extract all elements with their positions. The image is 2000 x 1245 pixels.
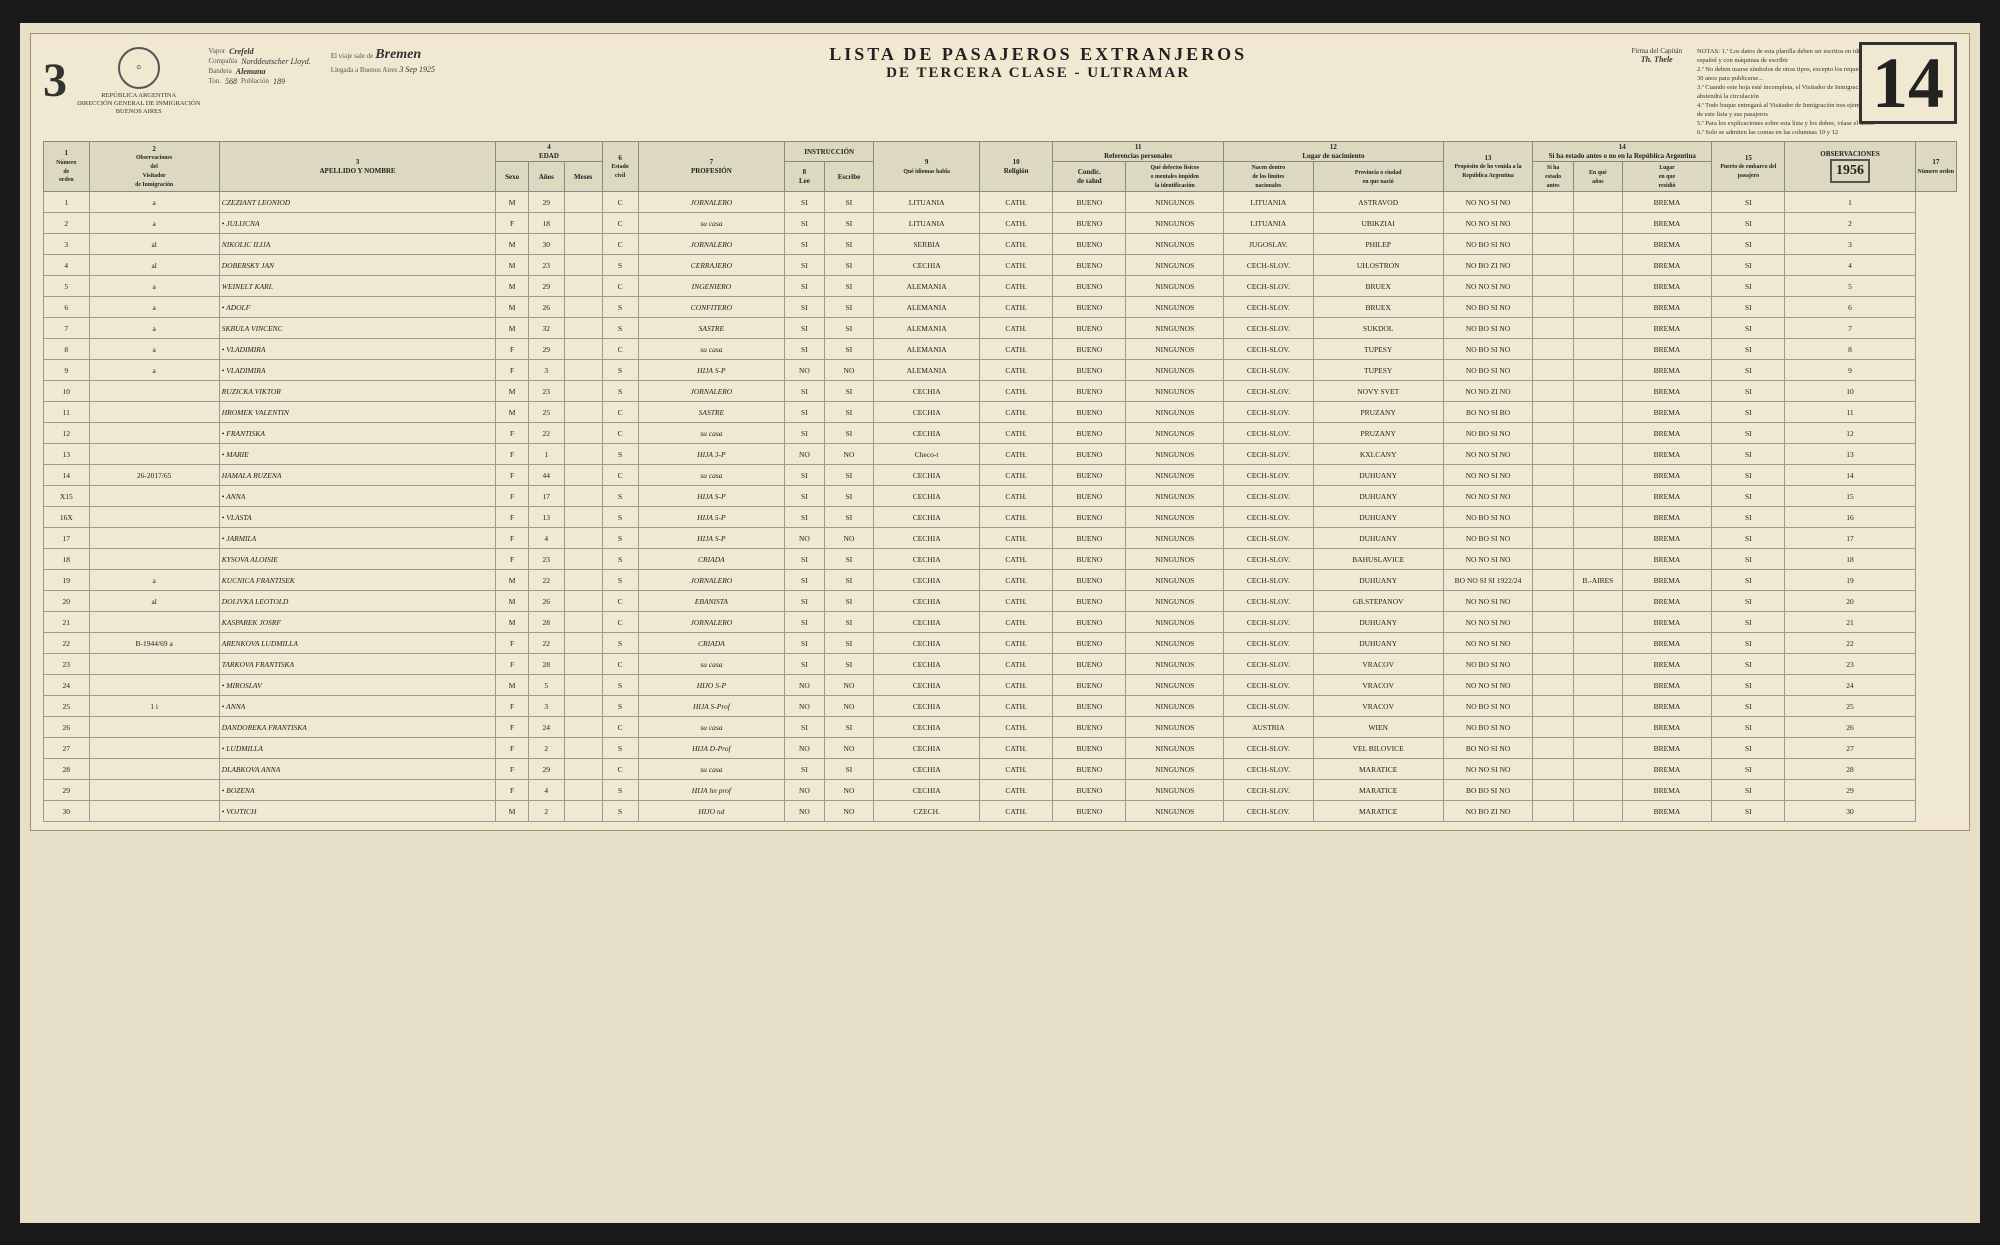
col-header-meses: Meses bbox=[564, 162, 602, 192]
table-row: 17• JARMILAF4SHIJA S-PNONOCECHIACATH.BUE… bbox=[44, 528, 1957, 549]
col-header-edad: 4EDAD bbox=[496, 142, 602, 162]
col-header-anos: Años bbox=[528, 162, 564, 192]
table-row: 30• VOJTICHM2SHIJO ndNONOCZECH.CATH.BUEN… bbox=[44, 801, 1957, 822]
col-header-en-anos: En quéaños bbox=[1573, 162, 1622, 192]
col-header-puerto: 15Puerto de embarco del pasajero bbox=[1712, 142, 1785, 192]
captain-section: Firma del Capitán Th. Thele bbox=[1631, 47, 1682, 64]
passenger-table: 1Númerodeorden 2ObservacionesdelVisitado… bbox=[43, 141, 1957, 822]
table-row: 6a• ADOLFM26SCONFITEROSISIALEMANIACATH.B… bbox=[44, 297, 1957, 318]
table-row: 22B-1944/69 aARENKOVA LUDMILLAF22SCRIADA… bbox=[44, 633, 1957, 654]
page-inner: Lista N° 5 3 ⊙ REPÚBLICA ARGENTINA DIREC… bbox=[30, 33, 1970, 832]
notes-section: NOTAS: 1.ª Los datos de esta planilla de… bbox=[1697, 47, 1877, 138]
col-header-nacimiento: 12Lugar de nacimiento bbox=[1224, 142, 1444, 162]
table-row: 2a• JULIJCNAF18Csu casaSISILITUANIACATH.… bbox=[44, 213, 1957, 234]
table-row: 28DLABKOVA ANNAF29Csu casaSISICECHIACATH… bbox=[44, 759, 1957, 780]
route-details: El viaje sale de Bremen Llegada a Buenos… bbox=[331, 47, 435, 74]
col-header-name: 3APELLIDO Y NOMBRE bbox=[219, 142, 496, 192]
table-row: 21KASPAREK JOSRFM28CJORNALEROSISICECHIAC… bbox=[44, 612, 1957, 633]
col-header-num: 1Númerodeorden bbox=[44, 142, 90, 192]
table-row: 16X• VLASTAF13SHIJA 5-PSISICECHIACATH.BU… bbox=[44, 507, 1957, 528]
table-row: 18KYSOVA ALOISIEF23SCRIADASISICECHIACATH… bbox=[44, 549, 1957, 570]
document-big-number: 14 bbox=[1859, 42, 1957, 124]
col-header-idioma: 9Qué idiomas habla bbox=[874, 142, 980, 192]
table-row: 251 i• ANNAF3SHIJA S-ProfNONOCECHIACATH.… bbox=[44, 696, 1957, 717]
document-page: Lista N° 5 3 ⊙ REPÚBLICA ARGENTINA DIREC… bbox=[20, 23, 1980, 1223]
col-header-norden: 17Número orden bbox=[1915, 142, 1956, 192]
table-row: 19aKUCNICA FRANTISEKM22SJORNALEROSISICEC… bbox=[44, 570, 1957, 591]
table-row: 26DANDOREKA FRANTISKAF24Csu casaSISICECH… bbox=[44, 717, 1957, 738]
col-header-instruccion: INSTRUCCIÓN bbox=[785, 142, 874, 162]
table-row: 10RUZICKA VIKTORM23SJORNALEROSISICECHIAC… bbox=[44, 381, 1957, 402]
page-number-left: 3 bbox=[43, 57, 67, 105]
col-header-obs: 2ObservacionesdelVisitadorde Inmigración bbox=[89, 142, 219, 192]
table-row: 1426-2017/65HAMALA RUZENAF44Csu casaSISI… bbox=[44, 465, 1957, 486]
table-row: 8a• VLADIMIRAF29Csu casaSISIALEMANIACATH… bbox=[44, 339, 1957, 360]
table-row: X15• ANNAF17SHIJA S-PSISICECHIACATH.BUEN… bbox=[44, 486, 1957, 507]
col-header-pais-nac: Nacen dentrode los límitesnacionales bbox=[1224, 162, 1314, 192]
table-row: 7aSKBULA VINCENCM32SSASTRESISIALEMANIACA… bbox=[44, 318, 1957, 339]
col-header-prof: 7PROFESIÓN bbox=[638, 142, 784, 192]
col-header-propuestos: 13Propósito de ho venida a la República … bbox=[1443, 142, 1533, 192]
col-header-sexo: Sexo bbox=[496, 162, 529, 192]
table-row: 24• MIROSLAVM5SHIJO S-PNONOCECHIACATH.BU… bbox=[44, 675, 1957, 696]
table-row: 23TARKOVA FRANTISKAF28Csu casaSISICECHIA… bbox=[44, 654, 1957, 675]
col-header-en-lugar: Lugaren queresidió bbox=[1622, 162, 1712, 192]
col-header-civil: 6Estadocivil bbox=[602, 142, 638, 192]
ship-details: Vapor Crefeld Compañía Norddeutscher Llo… bbox=[208, 47, 310, 86]
table-row: 9a• VLADIMIRAF3SHIJA S-PNONOALEMANIACATH… bbox=[44, 360, 1957, 381]
table-row: 29• BOZENAF4SHIJA hn profNONOCECHIACATH.… bbox=[44, 780, 1957, 801]
table-row: 11HROMEK VALENTINM25CSASTRESISICECHIACAT… bbox=[44, 402, 1957, 423]
col-header-religion: 10Religión bbox=[980, 142, 1053, 192]
table-row: 1aCZEZIANT LEONIODM29CJORNALEROSISILITUA… bbox=[44, 192, 1957, 213]
table-row: 4alDOBERSKY JANM23SCERRAJEROSISICECHIACA… bbox=[44, 255, 1957, 276]
col-header-lee: 8Lee bbox=[785, 162, 825, 192]
table-row: 3alNIKOLIC ILIJAM30CJORNALEROSISISERBIAC… bbox=[44, 234, 1957, 255]
table-row: 20alDOLIVKA LEOTOLDM26CEBANISTASISICECHI… bbox=[44, 591, 1957, 612]
col-header-salud: Condic.de salud bbox=[1053, 162, 1126, 192]
col-header-ref-personal: 11Referencias personales bbox=[1053, 142, 1224, 162]
table-row: 12• FRANTISKAF22Csu casaSISICECHIACATH.B… bbox=[44, 423, 1957, 444]
republic-seal: ⊙ bbox=[118, 47, 160, 89]
col-header-estado: 14Si ha estado antes o no en la Repúblic… bbox=[1533, 142, 1712, 162]
col-header-escribe: Escribe bbox=[824, 162, 874, 192]
table-row: 27• LUDMILLAF2SHIJA D-ProfNONOCECHIACATH… bbox=[44, 738, 1957, 759]
col-header-observaciones: OBSERVACIONES1956 bbox=[1785, 142, 1915, 192]
table-row: 5aWEINELT KARLM29CINGENIEROSISIALEMANIAC… bbox=[44, 276, 1957, 297]
col-header-defectos: Qué defectos físicoso mentales impidenla… bbox=[1126, 162, 1224, 192]
table-row: 13• MARIEF1SHIJA 3-PNONOCheco-tCATH.BUEN… bbox=[44, 444, 1957, 465]
document-title: LISTA DE PASAJEROS EXTRANJEROS DE TERCER… bbox=[455, 44, 1622, 82]
col-header-ciudad-nac: Provincia o ciudaden que nació bbox=[1313, 162, 1443, 192]
col-header-si-no: Si haestadoantes bbox=[1533, 162, 1574, 192]
